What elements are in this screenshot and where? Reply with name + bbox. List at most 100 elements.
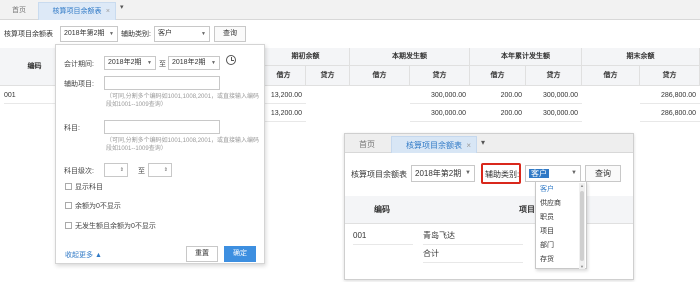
period-from-value: 2018年2期 [108,59,142,66]
subject-level-label: 科目级次: [64,168,94,175]
dropdown-scrollbar[interactable]: ▲ ▼ [579,183,585,269]
col-credit-header: 贷方 [306,66,350,86]
hide-zero-balance-label: 余额为0不显示 [75,203,121,210]
cell-total-closing-credit: 286,800.00 [640,106,700,122]
col-debit-header: 借方 [350,66,410,86]
subject-input[interactable] [104,120,220,134]
inset-tab-home[interactable]: 首页 [351,136,383,153]
cell-closing-credit: 286,800.00 [640,88,700,104]
aux-category-select[interactable]: 客户 ▼ [154,26,210,42]
query-button[interactable]: 查询 [214,26,246,42]
report-label: 核算项目余额表 [4,31,53,38]
filter-bar: 核算项目余额表 2018年第2期 ▼ 辅助类别: 客户 ▼ 查询 [0,26,700,42]
period-label: 会计期间: [64,61,94,68]
stepper-icon: ⇕ [119,167,124,173]
tab-label: 核算项目余额表 [52,8,102,15]
period-to-select[interactable]: 2018年2期 ▼ [168,56,220,70]
level-from-stepper[interactable]: ⇕ [104,163,128,177]
period-value: 2018年第2期 [64,30,105,37]
inset-tab-label: 核算项目余额表 [406,141,462,150]
inset-row-code: 001 [353,227,413,245]
chevron-down-icon: ▼ [201,31,206,37]
inset-report-label: 核算项目余额表 [351,170,407,179]
inset-aux-category-select[interactable]: 客户 ▼ [525,165,581,182]
inset-col-code-header: 编码 [345,196,419,224]
aux-category-value: 客户 [158,30,172,37]
zoom-inset: 首页 核算项目余额表 × ▾ 核算项目余额表 2018年第2期 ▼ 辅助类别: … [344,133,634,280]
dropdown-option-department[interactable]: 部门 [536,239,580,252]
chevron-down-icon: ▼ [211,60,216,66]
hide-zero-balance-checkbox[interactable] [65,202,72,209]
inset-period-value: 2018年第2期 [415,169,462,178]
dropdown-option-inventory[interactable]: 存货 [536,253,580,266]
inset-row-total: 合计 [423,245,523,263]
scroll-up-icon[interactable]: ▲ [579,183,585,188]
period-from-select[interactable]: 2018年2期 ▼ [104,56,156,70]
tab-balance-report[interactable]: 核算项目余额表 × [38,2,116,20]
filter-panel: 会计期间: 2018年2期 ▼ 至 2018年2期 ▼ 辅助项目: （可同,分割… [55,44,265,264]
level-to-stepper[interactable]: ⇕ [148,163,172,177]
cell-ytd-debit: 200.00 [470,88,526,104]
col-credit-header: 贷方 [526,66,582,86]
inset-tab-bar: 首页 核算项目余额表 × ▾ [345,134,633,153]
hide-no-activity-label: 无发生额且余额为0不显示 [75,223,156,230]
group-period-header: 本期发生额 [350,48,470,66]
col-debit-header: 借方 [470,66,526,86]
group-closing-header: 期末余额 [582,48,700,66]
clock-icon[interactable] [226,55,236,65]
inset-aux-category-value: 客户 [529,169,549,178]
col-debit-header: 借方 [582,66,640,86]
chevron-down-icon[interactable]: ▾ [120,3,124,11]
hide-no-activity-checkbox[interactable] [65,222,72,229]
stepper-icon: ⇕ [163,167,168,173]
cell-total-ytd-debit: 200.00 [470,106,526,122]
col-debit-header: 借方 [262,66,306,86]
collapse-more-link[interactable]: 收起更多 ▲ [65,250,102,260]
inset-tab-balance-report[interactable]: 核算项目余额表 × [391,136,477,153]
chevron-down-icon: ▼ [571,170,577,176]
period-select[interactable]: 2018年第2期 ▼ [60,26,118,42]
dropdown-option-supplier[interactable]: 供应商 [536,197,580,210]
cell-period-credit: 300,000.00 [410,88,470,104]
subject-label: 科目: [64,125,80,132]
aux-item-label: 辅助项目: [64,81,94,88]
group-ytd-header: 本年累计发生额 [470,48,582,66]
subject-hint: （可同,分割多个编码如1001,1008,2001，或直接输入编码段如1001-… [106,138,260,152]
period-range-sep: 至 [159,61,166,68]
chevron-down-icon: ▼ [147,60,152,66]
scroll-down-icon[interactable]: ▼ [579,264,585,269]
aux-item-input[interactable] [104,76,220,90]
cell-ytd-credit: 300,000.00 [526,88,582,104]
tab-bar: 首页 核算项目余额表 × ▾ [0,0,700,20]
level-range-sep: 至 [138,168,145,175]
inset-col-item-header: 项目 [419,196,633,224]
dropdown-option-customer[interactable]: 客户 [536,183,580,196]
reset-button[interactable]: 重置 [186,246,218,262]
dropdown-option-project[interactable]: 项目 [536,225,580,238]
cell-total-opening-debit: 13,200.00 [262,106,306,122]
dropdown-option-employee[interactable]: 职员 [536,211,580,224]
close-icon[interactable]: × [106,3,110,21]
col-credit-header: 贷方 [410,66,470,86]
aux-item-hint: （可同,分割多个编码如1001,1008,2001，或直接输入编码段如1001-… [106,94,260,108]
inset-period-select[interactable]: 2018年第2期 ▼ [411,165,475,182]
scroll-thumb[interactable] [580,191,584,261]
show-subject-checkbox[interactable] [65,183,72,190]
col-credit-header: 贷方 [640,66,700,86]
show-subject-label: 显示科目 [75,184,103,191]
chevron-down-icon[interactable]: ▾ [481,138,485,147]
period-to-value: 2018年2期 [172,59,206,66]
inset-query-button[interactable]: 查询 [585,165,621,182]
chevron-down-icon: ▼ [465,170,471,176]
cell-total-period-credit: 300,000.00 [410,106,470,122]
aux-category-dropdown: 客户 供应商 职员 项目 部门 存货 ▲ ▼ [535,181,587,269]
aux-category-label: 辅助类别: [121,31,151,38]
cell-total-ytd-credit: 300,000.00 [526,106,582,122]
inset-row-item: 青岛飞达 [423,227,523,245]
confirm-button[interactable]: 确定 [224,246,256,262]
inset-aux-category-label: 辅助类别: [485,170,520,179]
tab-home[interactable]: 首页 [4,2,34,20]
close-icon[interactable]: × [466,137,471,154]
chevron-down-icon: ▼ [109,31,114,37]
group-opening-header: 期初余额 [262,48,350,66]
